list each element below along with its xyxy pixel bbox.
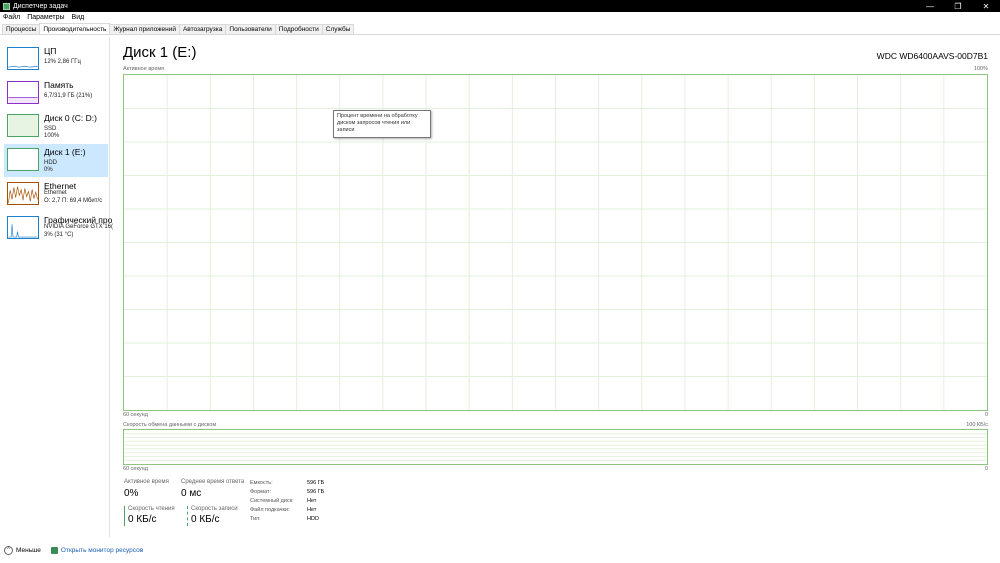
menu-options[interactable]: Параметры: [27, 14, 64, 21]
sidebar-item-usage: 100%: [44, 133, 60, 139]
type-label: Тип:: [250, 516, 261, 522]
active-time-x-left: 60 секунд: [123, 412, 148, 418]
active-time-x-right: 0: [984, 412, 988, 418]
memory-thumbnail: [7, 81, 39, 104]
transfer-rate-graph: [123, 429, 988, 465]
open-resource-monitor-link[interactable]: Открыть монитор ресурсов: [61, 547, 143, 554]
transfer-graph-label: Скорость обмена данными с диском: [123, 422, 217, 428]
format-label: Формат:: [250, 489, 272, 495]
active-time-graph-max: 100%: [973, 66, 988, 72]
tab-services[interactable]: Службы: [321, 24, 355, 34]
capacity-value: 596 ГБ: [307, 480, 325, 486]
transfer-graph-max: 100 КБ/с: [966, 422, 988, 428]
footer-bar: ^ Меньше Открыть монитор ресурсов: [0, 537, 1000, 563]
active-time-tooltip: Процент времени на обработку диском запр…: [333, 110, 431, 138]
sidebar-item-label: Диск 0 (C: D:): [44, 113, 97, 123]
active-time-graph-label: Активное время: [123, 66, 165, 72]
format-value: 596 ГБ: [307, 489, 325, 495]
sidebar-item-ethernet[interactable]: Ethernet Ethernet О: 2,7 П: 69,4 Мбит/с: [4, 178, 108, 211]
gpu-thumbnail: [7, 216, 39, 239]
tab-processes[interactable]: Процессы: [2, 24, 41, 34]
page-title: Диск 1 (E:): [123, 44, 197, 61]
page-file-value: Нет: [307, 507, 317, 513]
sidebar-item-cpu[interactable]: ЦП 12% 2,86 ГГц: [4, 43, 108, 76]
tab-details[interactable]: Подробности: [274, 24, 323, 34]
sidebar-item-detail: HDD: [44, 160, 57, 166]
avg-response-stat-label: Среднее время ответа: [181, 479, 245, 485]
fewer-details-button[interactable]: Меньше: [16, 547, 41, 554]
maximize-button[interactable]: ❐: [944, 0, 972, 12]
ethernet-thumbnail: [7, 182, 39, 205]
write-speed-label: Скорость записи: [191, 506, 238, 512]
resource-monitor-icon: [50, 546, 58, 554]
sidebar-item-detail: 6,7/31,9 ГБ (21%): [44, 93, 93, 99]
chevron-up-icon[interactable]: ^: [4, 545, 13, 555]
transfer-x-left: 60 секунд: [123, 466, 148, 472]
sidebar-item-label: Диск 1 (E:): [44, 147, 86, 157]
sidebar-item-detail: SSD: [44, 126, 57, 132]
sidebar-item-label: ЦП: [44, 46, 57, 56]
transfer-x-right: 0: [984, 466, 988, 472]
sidebar-item-usage: 0%: [44, 167, 53, 173]
minimize-button[interactable]: —: [916, 0, 944, 12]
tab-performance[interactable]: Производительность: [39, 23, 111, 34]
tab-strip: Процессы Производительность Журнал прило…: [0, 23, 1000, 35]
title-bar: Диспетчер задач — ❐ ✕: [0, 0, 1000, 12]
close-button[interactable]: ✕: [972, 0, 1000, 12]
sidebar-item-detail: NVIDIA GeForce GTX 16(: [44, 224, 114, 230]
sidebar-item-disk-1[interactable]: Диск 1 (E:) HDD 0%: [4, 144, 108, 177]
window-title: Диспетчер задач: [13, 2, 68, 10]
active-time-stat-label: Активное время: [124, 479, 169, 485]
sidebar-item-detail: Ethernet: [44, 190, 67, 196]
read-speed-value: 0 КБ/с: [128, 514, 157, 525]
menu-view[interactable]: Вид: [72, 14, 85, 21]
menu-file[interactable]: Файл: [3, 14, 20, 21]
sidebar-item-gpu[interactable]: Графический про NVIDIA GeForce GTX 16( 3…: [4, 212, 113, 245]
page-file-label: Файл подкачки:: [250, 507, 290, 513]
active-time-stat-value: 0%: [124, 488, 139, 499]
sidebar-item-label: Память: [44, 80, 74, 90]
tab-startup[interactable]: Автозагрузка: [178, 24, 227, 34]
sidebar-item-usage: 3% (31 °C): [44, 232, 74, 238]
sidebar-item-memory[interactable]: Память 6,7/31,9 ГБ (21%): [4, 77, 108, 110]
disk-1-thumbnail: [7, 148, 39, 171]
avg-response-stat-value: 0 мс: [181, 488, 202, 499]
sidebar-item-detail: 12% 2,86 ГГц: [44, 59, 81, 65]
disk-model: WDC WD6400AAVS-00D7B1: [876, 51, 988, 61]
task-manager-icon: [3, 2, 10, 10]
active-time-graph: [123, 74, 988, 411]
tab-users[interactable]: Пользователи: [225, 24, 276, 34]
performance-sidebar: ЦП 12% 2,86 ГГц Память 6,7/31,9 ГБ (21%)…: [0, 37, 113, 537]
read-speed-marker: [124, 506, 125, 526]
tab-app-history[interactable]: Журнал приложений: [109, 24, 180, 34]
menu-bar: Файл Параметры Вид: [0, 12, 1000, 23]
write-speed-marker: [187, 506, 188, 526]
disk-0-thumbnail: [7, 114, 39, 137]
sidebar-item-disk-0[interactable]: Диск 0 (C: D:) SSD 100%: [4, 110, 108, 143]
disk-detail-panel: Диск 1 (E:) WDC WD6400AAVS-00D7B1 Активн…: [110, 37, 1000, 537]
sidebar-item-usage: О: 2,7 П: 69,4 Мбит/с: [44, 198, 103, 204]
read-speed-label: Скорость чтения: [128, 506, 175, 512]
cpu-thumbnail: [7, 47, 39, 70]
write-speed-value: 0 КБ/с: [191, 514, 220, 525]
type-value: HDD: [307, 516, 319, 522]
system-disk-label: Системный диск:: [250, 498, 294, 504]
system-disk-value: Нет: [307, 498, 317, 504]
capacity-label: Емкость:: [250, 480, 273, 486]
